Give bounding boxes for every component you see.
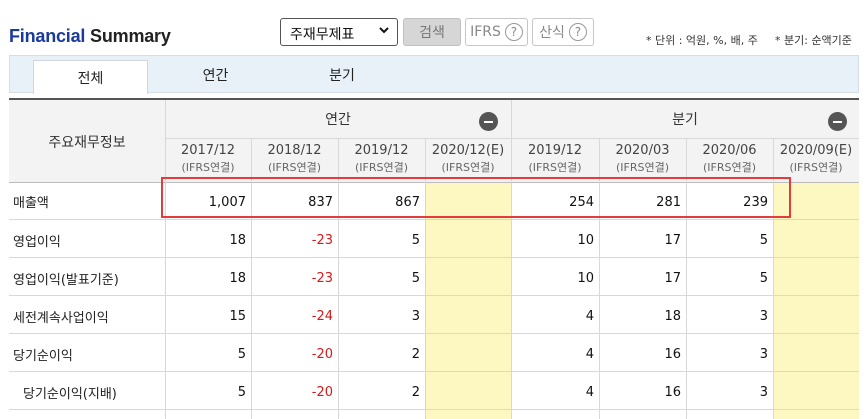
table-cell: 239: [743, 195, 768, 210]
tab-all[interactable]: 전체: [33, 60, 148, 94]
chevron-down-icon: [379, 27, 389, 34]
table-cell: 10: [577, 271, 594, 286]
column-header: 2020/06 (IFRS연결): [702, 143, 757, 174]
table-cell: 3: [759, 385, 768, 400]
search-button[interactable]: 검색: [403, 18, 461, 46]
group-quarter: 분기: [672, 112, 698, 128]
table-cell: -23: [311, 233, 333, 248]
help-icon: ?: [504, 23, 523, 41]
column-header: 2020/12(E) (IFRS연결): [431, 143, 505, 174]
column-header: 2020/03 (IFRS연결): [615, 143, 670, 174]
estimate-column-annual: [425, 182, 511, 419]
table-cell: 10: [577, 233, 594, 248]
ifrs-help-button[interactable]: IFRS?: [465, 18, 528, 46]
table-cell: 2: [411, 347, 420, 362]
table-cell: 16: [664, 347, 681, 362]
table-cell: 4: [585, 347, 594, 362]
row-label-net-income: 당기순이익: [13, 349, 73, 364]
column-header: 2020/09(E) (IFRS연결): [779, 143, 853, 174]
collapse-annual-icon[interactable]: [479, 112, 498, 131]
table-cell: 3: [759, 309, 768, 324]
row-label-revenue: 매출액: [13, 196, 49, 211]
row-label-operating-profit: 영업이익: [13, 235, 61, 250]
column-header: 2019/12 (IFRS연결): [527, 143, 582, 174]
table-cell: 5: [759, 271, 768, 286]
financial-table: 주요재무정보 연간 분기 2017/12 (IFRS연결) 2018/12 (IFR…: [9, 98, 859, 419]
statement-type-select[interactable]: 주재무제표: [280, 18, 398, 46]
table-cell: 1,007: [208, 195, 246, 210]
row-label-net-income-controlling: 당기순이익(지배): [23, 387, 117, 402]
table-cell: 5: [411, 271, 420, 286]
table-cell: 3: [759, 347, 768, 362]
estimate-column-quarter: [773, 182, 859, 419]
table-cell: -23: [311, 271, 333, 286]
formula-help-button[interactable]: 산식?: [532, 18, 594, 46]
table-cell: 18: [229, 271, 246, 286]
table-cell: 2: [411, 385, 420, 400]
table-cell: 254: [569, 195, 594, 210]
table-cell: 5: [411, 233, 420, 248]
row-label-operating-profit-reported: 영업이익(발표기준): [13, 273, 119, 288]
unit-note: * 단위 : 억원, %, 배, 주: [646, 34, 758, 47]
table-cell: 16: [664, 385, 681, 400]
help-icon: ?: [568, 23, 587, 41]
table-cell: 15: [229, 309, 246, 324]
tab-quarterly[interactable]: 분기: [282, 56, 402, 93]
table-cell: 4: [585, 309, 594, 324]
table-cell: 5: [237, 347, 246, 362]
collapse-quarter-icon[interactable]: [828, 112, 847, 131]
table-cell: 18: [229, 233, 246, 248]
group-annual: 연간: [325, 112, 351, 128]
tab-bar: 전체 연간 분기: [9, 55, 859, 94]
table-cell: -24: [311, 309, 333, 324]
table-cell: 18: [664, 309, 681, 324]
page-title: Financial Summary: [9, 26, 171, 46]
corner-label: 주요재무정보: [48, 135, 126, 151]
table-cell: -20: [311, 385, 333, 400]
column-header: 2018/12 (IFRS연결): [267, 143, 322, 174]
column-header: 2019/12 (IFRS연결): [354, 143, 409, 174]
table-cell: 3: [411, 309, 420, 324]
select-value: 주재무제표: [290, 27, 355, 43]
quarter-note: * 분기: 순액기준: [775, 34, 852, 47]
table-cell: 17: [664, 233, 681, 248]
table-cell: -20: [311, 347, 333, 362]
tab-annual[interactable]: 연간: [158, 56, 273, 93]
table-cell: 281: [656, 195, 681, 210]
table-cell: 5: [759, 233, 768, 248]
table-cell: 867: [395, 195, 420, 210]
table-cell: 837: [308, 195, 333, 210]
table-cell: 5: [237, 385, 246, 400]
table-cell: 17: [664, 271, 681, 286]
column-header: 2017/12 (IFRS연결): [180, 143, 235, 174]
row-label-pretax-income: 세전계속사업이익: [13, 311, 109, 326]
table-cell: 4: [585, 385, 594, 400]
